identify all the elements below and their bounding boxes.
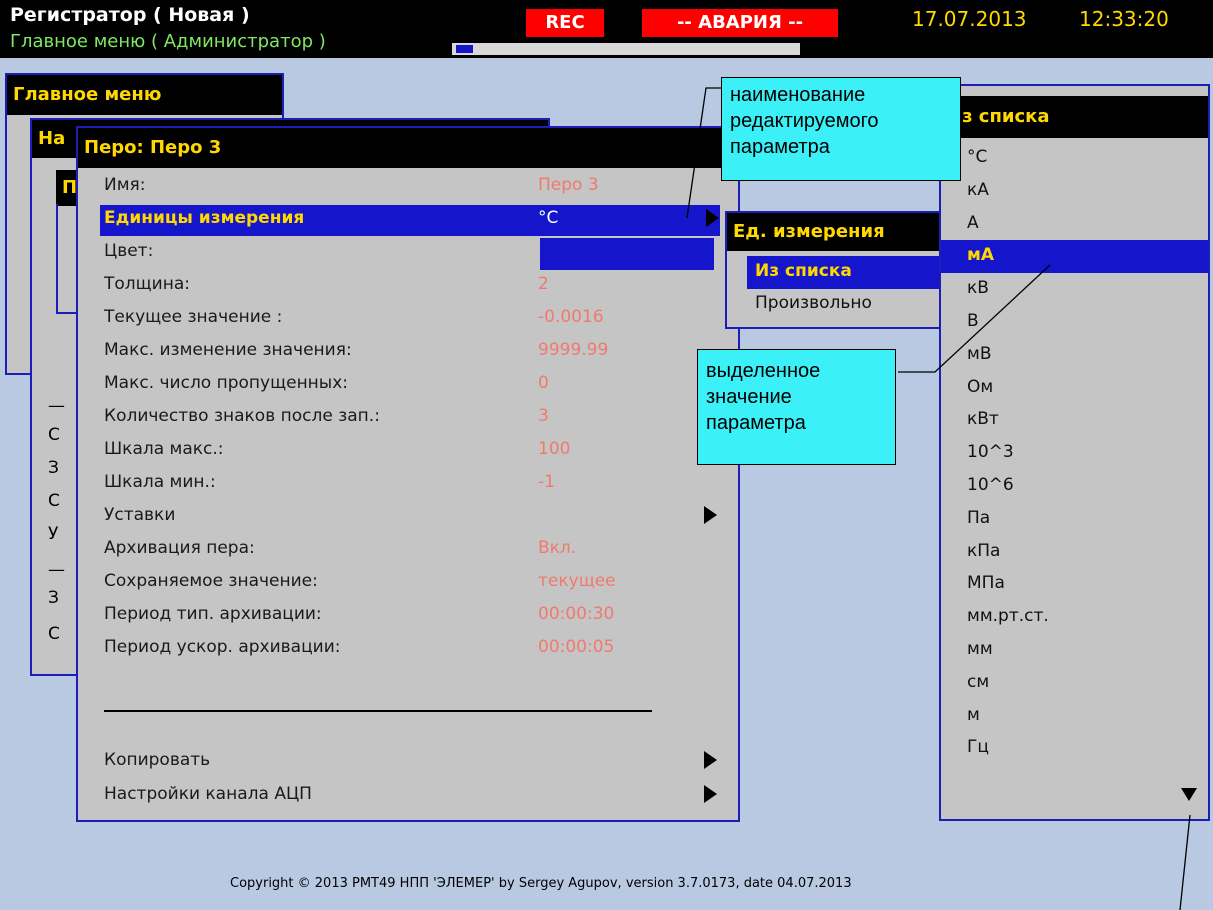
copyright-footer: Copyright © 2013 PMT49 НПП 'ЭЛЕМЕР' by S… — [230, 876, 852, 891]
callout-pointer — [1179, 814, 1191, 910]
device-screen: Регистратор ( Новая ) Главное меню ( Адм… — [0, 0, 1213, 910]
callout-pointer — [898, 264, 1051, 373]
callout-pointer-lines — [686, 87, 1191, 910]
callout-pointer — [686, 87, 721, 219]
